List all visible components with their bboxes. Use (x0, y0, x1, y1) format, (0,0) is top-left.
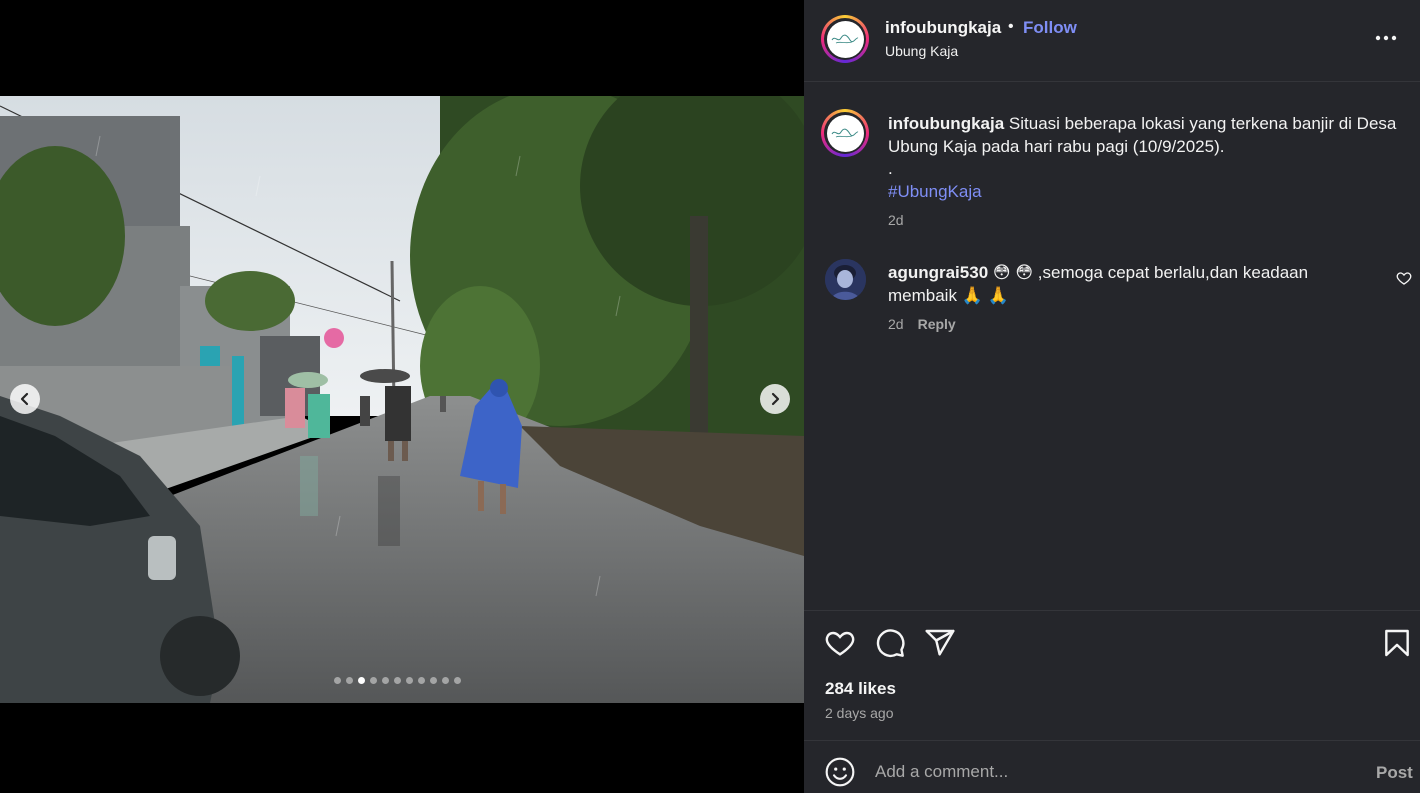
carousel-dot (454, 677, 461, 684)
follow-button[interactable]: Follow (1023, 18, 1077, 38)
carousel-dot (382, 677, 389, 684)
carousel-dot (358, 677, 365, 684)
caption-avatar[interactable] (821, 109, 869, 157)
caption-timestamp[interactable]: 2d (888, 212, 904, 228)
media-pane (0, 0, 804, 793)
chevron-right-icon (771, 392, 780, 406)
more-options-button[interactable] (1372, 28, 1400, 48)
header-username[interactable]: infoubungkaja (885, 18, 1001, 38)
header-location[interactable]: Ubung Kaja (885, 43, 958, 59)
carousel-dot (418, 677, 425, 684)
comment-body: agungrai530 😳 😳 ,semoga cepat berlalu,da… (888, 262, 1358, 307)
comment-button[interactable] (874, 627, 906, 659)
send-icon (925, 629, 955, 656)
carousel-dot (442, 677, 449, 684)
avatar-border (824, 112, 866, 154)
more-horizontal-icon (1375, 35, 1397, 41)
hashtag-link[interactable]: #UbungKaja (888, 182, 982, 201)
comment-icon (876, 629, 905, 658)
comment-input[interactable] (875, 759, 1355, 785)
bookmark-icon (1385, 629, 1409, 657)
carousel-dot (334, 677, 341, 684)
carousel-next-button[interactable] (760, 384, 790, 414)
chevron-left-icon (20, 392, 29, 406)
comment-timestamp[interactable]: 2d (888, 316, 904, 332)
reply-button[interactable]: Reply (918, 316, 956, 332)
avatar[interactable] (821, 15, 869, 63)
avatar-border (824, 18, 866, 60)
comment-meta: 2d Reply (888, 316, 956, 332)
caption-username[interactable]: infoubungkaja (888, 114, 1004, 133)
comment-username[interactable]: agungrai530 (888, 263, 988, 282)
post-comment-button[interactable]: Post (1376, 763, 1413, 783)
post-photo (0, 96, 804, 703)
likes-count[interactable]: 284 likes (825, 679, 896, 699)
infoubungkaja-logo-icon (826, 20, 864, 58)
comments-section: infoubungkaja Situasi beberapa lokasi ya… (804, 83, 1420, 610)
comment-like-button[interactable] (1396, 270, 1412, 286)
save-button[interactable] (1381, 627, 1413, 659)
add-comment-bar: Post (804, 740, 1420, 793)
heart-icon (825, 631, 855, 656)
carousel-dot (406, 677, 413, 684)
carousel-indicator (334, 677, 461, 684)
caption-separator: . (888, 159, 893, 178)
post-actions: 284 likes 2 days ago (804, 610, 1420, 740)
emoji-button[interactable] (824, 756, 856, 788)
like-button[interactable] (824, 627, 856, 659)
carousel-prev-button[interactable] (10, 384, 40, 414)
carousel-dot (430, 677, 437, 684)
share-button[interactable] (924, 627, 956, 659)
commenter-avatar[interactable] (825, 259, 866, 300)
post-side-panel: infoubungkaja • Follow Ubung Kaja infoub… (804, 0, 1420, 793)
infoubungkaja-logo-icon (826, 114, 864, 152)
carousel-dot (370, 677, 377, 684)
post-header: infoubungkaja • Follow Ubung Kaja (804, 0, 1420, 82)
emoji-icon (825, 757, 855, 787)
carousel-dot (394, 677, 401, 684)
post-date[interactable]: 2 days ago (825, 705, 894, 721)
header-separator: • (1008, 18, 1014, 35)
heart-icon (1396, 272, 1412, 285)
carousel-dot (346, 677, 353, 684)
post-caption: infoubungkaja Situasi beberapa lokasi ya… (888, 113, 1408, 203)
